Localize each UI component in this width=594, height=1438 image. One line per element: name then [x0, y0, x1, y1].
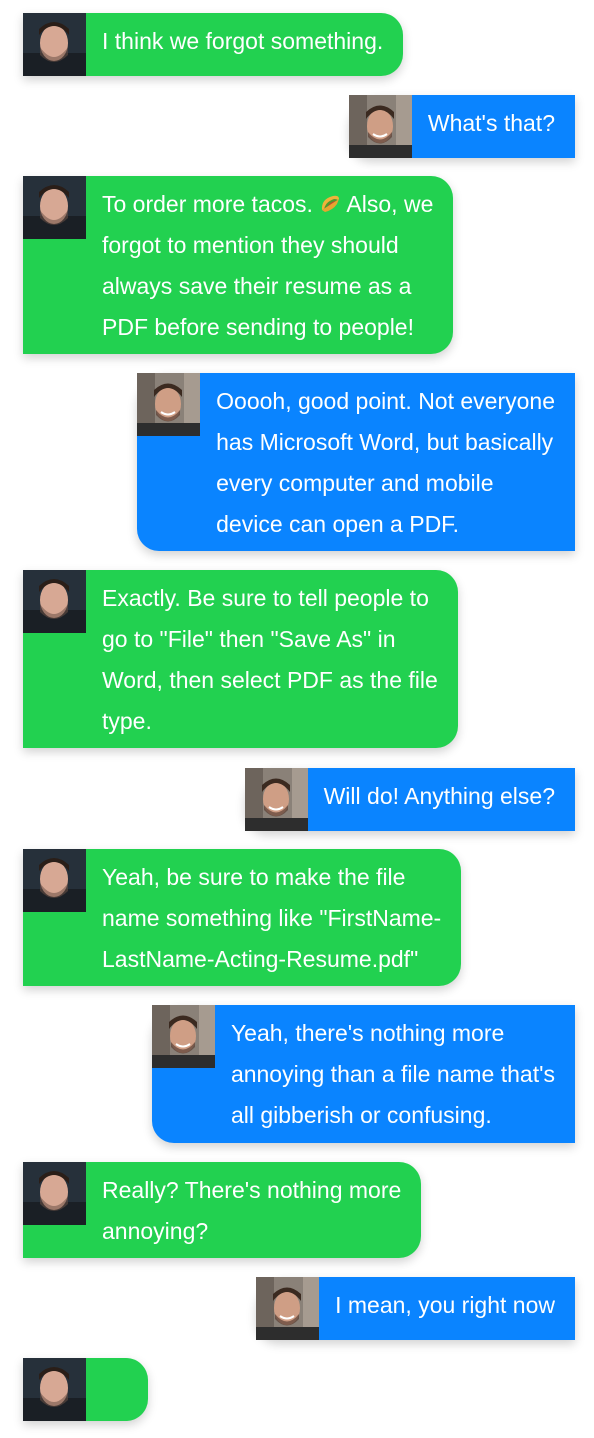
message-text-part: To order more tacos.	[102, 191, 320, 217]
message-me: I mean, you right now	[256, 1277, 575, 1340]
message-friend	[23, 1358, 148, 1421]
message-text: Exactly. Be sure to tell people to go to…	[102, 585, 438, 734]
message-friend: Really? There's nothing more annoying?	[23, 1162, 422, 1258]
friend-avatar	[23, 849, 86, 912]
message-me: Yeah, there's nothing more annoying than…	[151, 1005, 575, 1143]
message-text: Really? There's nothing more annoying?	[102, 1177, 402, 1244]
message-text: To order more tacos. Also, we forgot to …	[86, 176, 453, 354]
message-me: Will do! Anything else?	[244, 768, 575, 831]
friend-avatar	[23, 570, 86, 633]
message-text: Yeah, there's nothing more annoying than…	[230, 1020, 555, 1128]
user-avatar	[348, 95, 412, 158]
message-text: I mean, you right now	[335, 1292, 555, 1318]
message-friend: Yeah, be sure to make the file name some…	[23, 849, 462, 986]
friend-avatar	[23, 1358, 86, 1421]
message-text: Yeah, be sure to make the file name some…	[102, 864, 442, 972]
friend-avatar	[23, 1162, 86, 1225]
message-friend: I think we forgot something.	[23, 13, 404, 76]
user-avatar	[137, 373, 201, 436]
message-text: Ooooh, good point. Not everyone has Micr…	[216, 388, 555, 537]
chat-thread: I think we forgot something. What's that…	[0, 0, 594, 1438]
friend-avatar	[23, 13, 86, 76]
message-text	[86, 1358, 148, 1421]
taco-icon	[319, 187, 341, 212]
message-text: Will do! Anything else?	[323, 783, 555, 809]
user-avatar	[244, 768, 308, 831]
friend-avatar	[23, 176, 86, 239]
user-avatar	[256, 1277, 320, 1340]
message-me: What's that?	[348, 95, 575, 158]
message-me: Ooooh, good point. Not everyone has Micr…	[137, 373, 575, 551]
user-avatar	[151, 1005, 215, 1068]
expressionless-face-icon	[102, 1407, 126, 1431]
message-text: I think we forgot something.	[102, 28, 384, 54]
message-text: What's that?	[427, 110, 555, 136]
message-friend: To order more tacos. Also, we forgot to …	[23, 176, 454, 354]
message-friend: Exactly. Be sure to tell people to go to…	[23, 570, 458, 748]
